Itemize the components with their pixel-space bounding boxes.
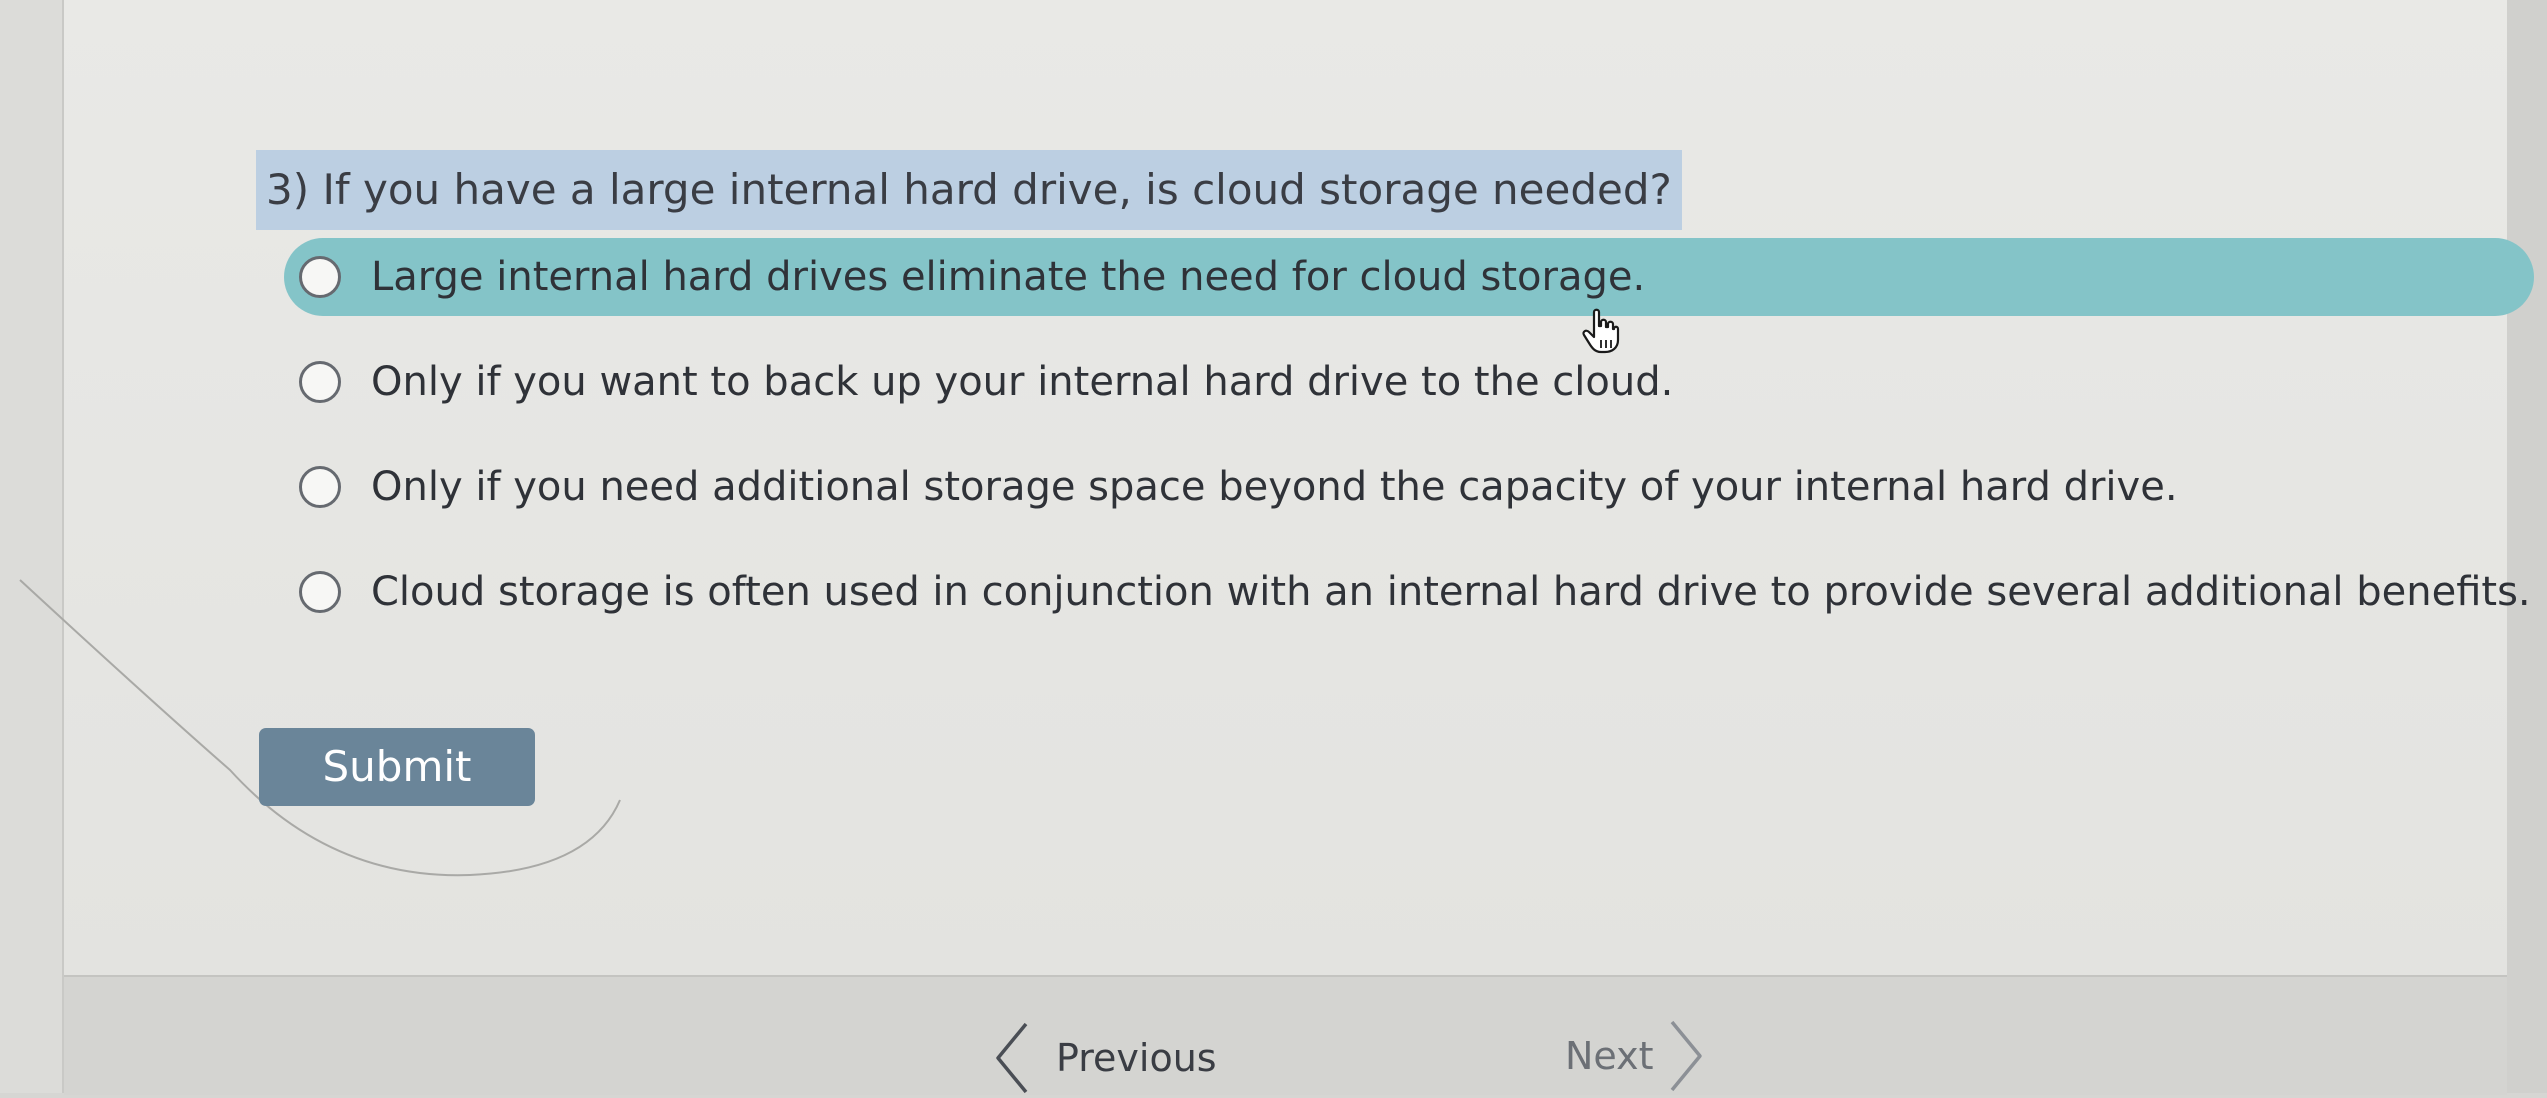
question-text: 3) If you have a large internal hard dri… xyxy=(256,150,1682,230)
radio-button[interactable] xyxy=(299,256,341,298)
previous-label: Previous xyxy=(1056,1036,1217,1080)
answer-options: Large internal hard drives eliminate the… xyxy=(284,238,2534,658)
next-button[interactable]: Next xyxy=(1565,1016,1706,1096)
answer-option-label: Only if you want to back up your interna… xyxy=(371,359,1674,405)
chevron-right-icon xyxy=(1670,1020,1702,1092)
answer-option-1[interactable]: Large internal hard drives eliminate the… xyxy=(284,238,2534,354)
answer-option-label: Only if you need additional storage spac… xyxy=(371,464,2178,510)
answer-option-3[interactable]: Only if you need additional storage spac… xyxy=(284,448,2534,526)
answer-option-2[interactable]: Only if you want to back up your interna… xyxy=(284,343,2534,421)
navigation-bar xyxy=(64,975,2507,1095)
answer-option-4[interactable]: Cloud storage is often used in conjuncti… xyxy=(284,553,2534,631)
previous-button[interactable]: Previous xyxy=(992,1018,1217,1098)
radio-button[interactable] xyxy=(299,361,341,403)
left-margin xyxy=(0,0,64,1093)
chevron-left-icon xyxy=(996,1022,1028,1094)
answer-option-label: Cloud storage is often used in conjuncti… xyxy=(371,569,2531,615)
radio-button[interactable] xyxy=(299,571,341,613)
radio-button[interactable] xyxy=(299,466,341,508)
answer-option-label: Large internal hard drives eliminate the… xyxy=(371,254,1646,300)
submit-button[interactable]: Submit xyxy=(259,728,535,806)
next-label: Next xyxy=(1565,1034,1654,1078)
